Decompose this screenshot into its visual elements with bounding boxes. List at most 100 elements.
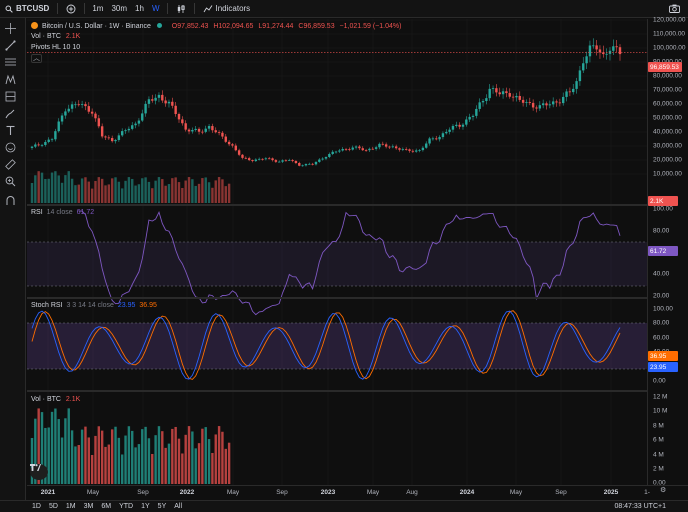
- candle-body: [368, 148, 371, 151]
- range-1y-button[interactable]: 1Y: [137, 503, 154, 510]
- candle-body: [485, 98, 488, 101]
- volume-bar: [117, 437, 121, 484]
- candle-body: [44, 141, 47, 145]
- candle-body: [314, 161, 318, 165]
- candle-body: [541, 103, 545, 106]
- stoch-d-value: 36.95: [139, 302, 157, 309]
- rsi-legend[interactable]: RSI 14 close 61.72: [31, 209, 94, 216]
- volume-overlay-bar: [77, 184, 80, 203]
- volume-bar: [191, 431, 194, 484]
- candle-body: [471, 115, 475, 117]
- candle-body: [67, 108, 70, 112]
- pane-divider[interactable]: [27, 390, 688, 392]
- volume-bar: [201, 428, 204, 484]
- range-6m-button[interactable]: 6M: [97, 503, 115, 510]
- status-dot: [156, 23, 162, 28]
- candle-body: [431, 138, 435, 140]
- chart-canvas[interactable]: [0, 0, 688, 512]
- candle-body: [161, 94, 164, 101]
- volume-bar: [141, 429, 144, 484]
- volume-bar: [197, 443, 201, 484]
- range-5y-button[interactable]: 5Y: [154, 503, 171, 510]
- candle-body: [177, 114, 181, 120]
- candle-body: [121, 131, 124, 136]
- candle-body: [334, 151, 338, 153]
- candle-body: [110, 138, 114, 142]
- range-ytd-button[interactable]: YTD: [115, 503, 137, 510]
- clock[interactable]: 08:47:33 UTC+1: [614, 503, 666, 510]
- pane-divider[interactable]: [27, 297, 688, 299]
- candle-body: [291, 160, 294, 162]
- candle-body: [451, 125, 455, 130]
- volume-bar: [80, 429, 84, 484]
- range-5d-button[interactable]: 5D: [45, 503, 62, 510]
- volume-overlay-bar: [134, 185, 137, 203]
- volume-overlay-bar: [154, 180, 157, 203]
- range-1d-button[interactable]: 1D: [28, 503, 45, 510]
- collapse-legend-button[interactable]: ︿: [31, 54, 42, 63]
- candle-body: [134, 123, 137, 126]
- range-all-button[interactable]: All: [170, 503, 186, 510]
- price-tick-label: 30,000.00: [653, 142, 682, 150]
- candle-body: [551, 101, 555, 105]
- volume-bar: [144, 426, 147, 484]
- bottom-toolbar: 1D 5D 1M 3M 6M YTD 1Y 5Y All 08:47:33 UTC+1: [0, 500, 688, 512]
- volume-overlay-bar: [217, 177, 221, 203]
- time-tick-label: Aug: [406, 489, 418, 496]
- candle-body: [374, 147, 378, 149]
- candle-body: [187, 129, 191, 132]
- candle-body: [117, 135, 121, 140]
- candle-body: [585, 56, 588, 64]
- candle-body: [511, 96, 515, 98]
- volume-bar: [104, 446, 107, 484]
- candle-body: [147, 99, 151, 104]
- candle-body: [491, 88, 495, 90]
- vol-legend-label: Vol · BTC: [31, 33, 61, 40]
- candle-body: [77, 104, 80, 106]
- price-tick-label: 70,000.00: [653, 86, 682, 94]
- volume-overlay-bar: [114, 177, 117, 203]
- range-3m-button[interactable]: 3M: [80, 503, 98, 510]
- pivots-legend[interactable]: Pivots HL 10 10: [31, 44, 80, 51]
- candle-body: [281, 160, 284, 162]
- vol-pane-value: 2.1K: [65, 396, 81, 403]
- candle-body: [60, 115, 64, 122]
- volume-bar: [164, 447, 167, 484]
- price-tick-label: 10,000.00: [653, 170, 682, 178]
- volume-overlay-bar: [110, 178, 114, 203]
- volume-overlay-bar: [107, 184, 111, 203]
- volume-overlay-bar: [171, 178, 174, 203]
- volume-overlay-bar: [84, 177, 87, 203]
- volume-overlay-bar: [67, 171, 70, 203]
- candle-body: [244, 157, 248, 159]
- candle-body: [344, 148, 348, 150]
- candle-body: [612, 46, 615, 51]
- price-vol-legend[interactable]: Vol · BTC 2.1K: [31, 33, 80, 40]
- candle-body: [578, 70, 582, 82]
- vol-pane-legend[interactable]: Vol · BTC 2.1K: [31, 396, 80, 403]
- candle-body: [575, 81, 578, 89]
- stoch-legend[interactable]: Stoch RSI 3 3 14 14 close 23.95 36.95: [31, 302, 157, 309]
- time-tick-label: May: [226, 489, 240, 496]
- candle-body: [565, 91, 568, 97]
- time-axis[interactable]: 2021 May Sep 2022 May Sep 2023 May Aug 2024 May Sep…: [27, 485, 688, 500]
- candle-body: [338, 150, 341, 152]
- volume-overlay-bar: [47, 178, 50, 203]
- axis-settings-button[interactable]: ⚙: [660, 486, 666, 494]
- volume-bar: [157, 426, 161, 484]
- volume-bar: [224, 448, 227, 484]
- ohlc-close: C96,859.53: [298, 23, 335, 30]
- volume-bar: [70, 430, 74, 484]
- stoch-tick-label: 100.00: [653, 305, 673, 313]
- volume-overlay-bar: [144, 177, 147, 203]
- volume-bar: [181, 453, 184, 484]
- rsi-tick-label: 100.00: [653, 205, 673, 213]
- candle-body: [435, 138, 438, 140]
- range-1m-button[interactable]: 1M: [62, 503, 80, 510]
- vol-tick-label: 10 M: [653, 407, 668, 415]
- candle-body: [214, 130, 217, 133]
- candle-body: [171, 101, 174, 106]
- pane-divider[interactable]: [27, 204, 688, 206]
- candle-body: [184, 123, 187, 130]
- tradingview-logo[interactable]: [30, 464, 48, 480]
